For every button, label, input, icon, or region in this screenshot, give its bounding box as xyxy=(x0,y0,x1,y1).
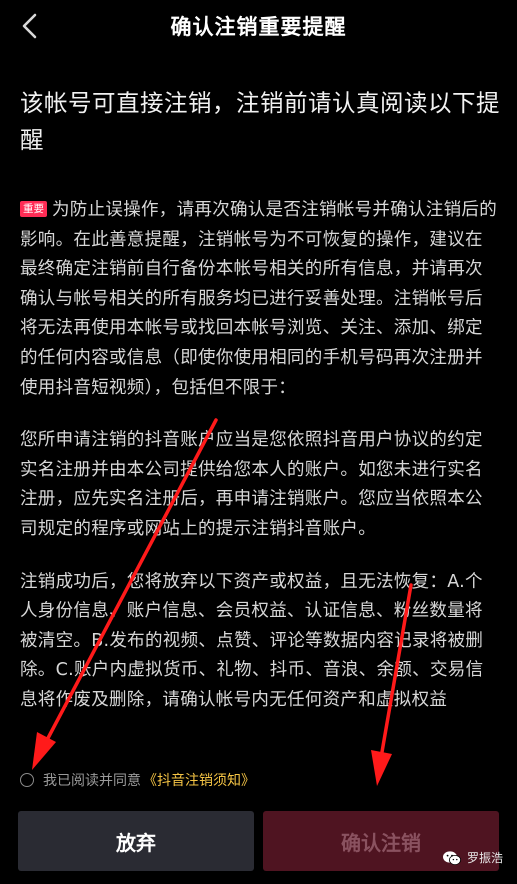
top-bar: 确认注销重要提醒 xyxy=(0,0,517,52)
watermark-text: 罗振浩 xyxy=(466,851,503,865)
paragraph-text: 为防止误操作，请再次确认是否注销帐号并确认注销后的影响。在此善意提醒，注销帐号为… xyxy=(20,200,497,398)
notice-paragraph-2: 您所申请注销的抖音账户应当是您依照抖音用户协议的约定实名注册并由本公司提供给您本… xyxy=(20,430,483,539)
page-title: 确认注销重要提醒 xyxy=(170,15,347,39)
agree-radio[interactable] xyxy=(20,773,34,787)
important-badge: 重要 xyxy=(20,201,47,217)
agreement-text: 我已阅读并同意 xyxy=(43,773,141,789)
notice-content[interactable]: 重要 为防止误操作，请再次确认是否注销帐号并确认注销后的影响。在此善意提醒，注销帐… xyxy=(20,196,498,752)
wechat-icon xyxy=(442,850,461,865)
scroll-fade xyxy=(20,718,498,752)
agreement-link[interactable]: 《抖音注销须知》 xyxy=(143,770,255,790)
notice-paragraph-3: 注销成功后，您将放弃以下资产或权益，且无法恢复：A.个人身份信息、账户信息、会员… xyxy=(20,571,484,710)
notice-paragraph-1: 重要 为防止误操作，请再次确认是否注销帐号并确认注销后的影响。在此善意提醒，注销帐… xyxy=(20,196,498,403)
notice-heading: 该帐号可直接注销，注销前请认真阅读以下提醒 xyxy=(20,89,500,154)
abandon-button[interactable]: 放弃 xyxy=(18,811,254,871)
agreement-row[interactable]: 我已阅读并同意 《抖音注销须知》 xyxy=(20,769,255,791)
watermark: 罗振浩 xyxy=(442,849,503,866)
